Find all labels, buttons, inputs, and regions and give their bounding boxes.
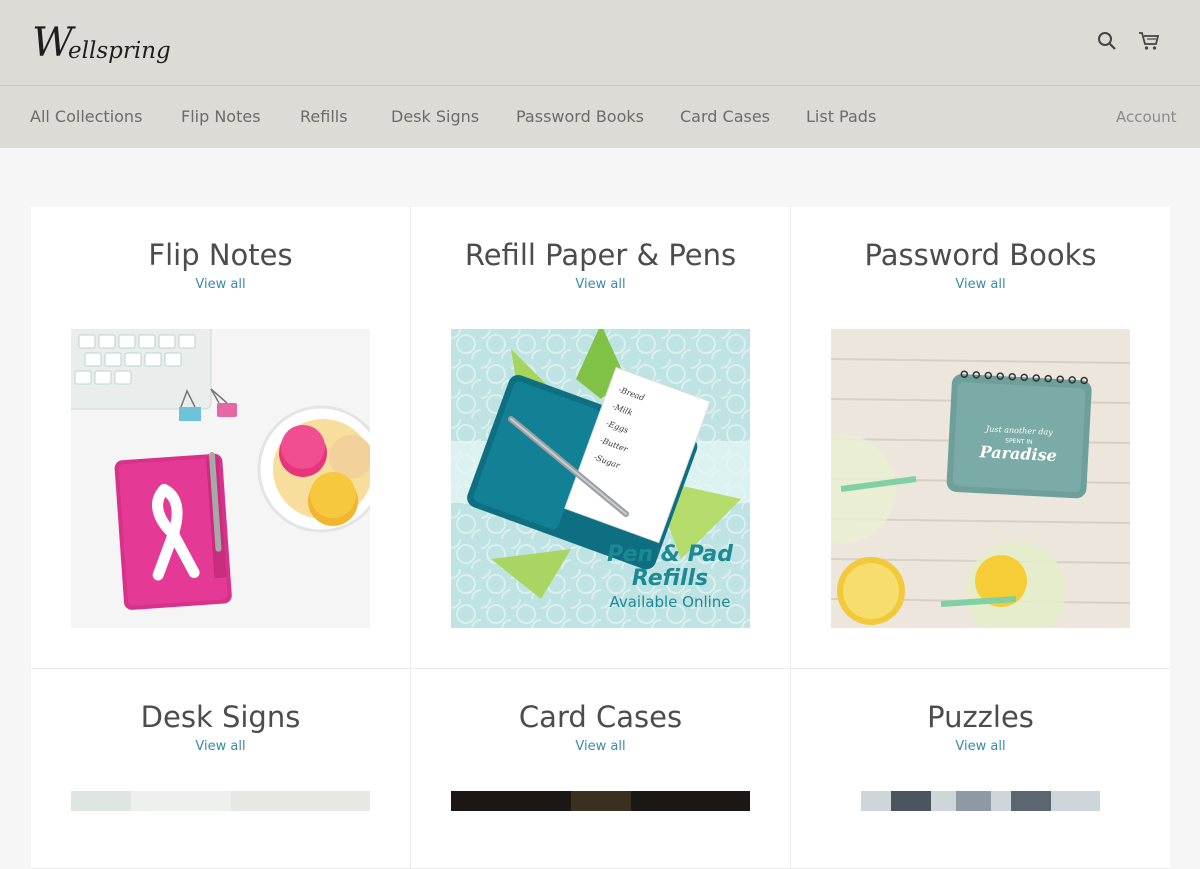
collection-title[interactable]: Card Cases bbox=[411, 700, 790, 734]
main-nav: All Collections Flip Notes Refills Desk … bbox=[0, 86, 1200, 148]
collection-title[interactable]: Refill Paper & Pens bbox=[411, 238, 790, 272]
collection-card-card-cases[interactable]: Card Cases View all bbox=[411, 669, 791, 869]
collection-image[interactable] bbox=[71, 791, 370, 811]
svg-text:ellspring: ellspring bbox=[68, 38, 171, 64]
collection-card-password-books[interactable]: Password Books View all Just another day… bbox=[791, 207, 1170, 669]
collection-card-desk-signs[interactable]: Desk Signs View all bbox=[31, 669, 411, 869]
collection-image[interactable] bbox=[71, 329, 370, 628]
collection-card-flip-notes[interactable]: Flip Notes View all bbox=[31, 207, 411, 669]
collection-title[interactable]: Puzzles bbox=[791, 700, 1170, 734]
collection-title[interactable]: Password Books bbox=[791, 238, 1170, 272]
nav-item-flip-notes[interactable]: Flip Notes bbox=[181, 86, 261, 148]
nav-item-list-pads[interactable]: List Pads bbox=[806, 86, 876, 148]
nav-item-refills[interactable]: Refills bbox=[300, 86, 348, 148]
collection-image[interactable] bbox=[451, 791, 750, 811]
cart-icon[interactable] bbox=[1136, 28, 1162, 54]
collection-card-refill-paper-pens[interactable]: Refill Paper & Pens View all -Bread -Mil… bbox=[411, 207, 791, 669]
collection-title[interactable]: Flip Notes bbox=[31, 238, 410, 272]
site-logo[interactable]: W ellspring bbox=[30, 18, 180, 68]
nav-item-card-cases[interactable]: Card Cases bbox=[680, 86, 770, 148]
view-all-link[interactable]: View all bbox=[791, 739, 1170, 754]
collection-image[interactable]: -Bread -Milk -Eggs -Butter -Sugar Pen & … bbox=[451, 329, 750, 628]
nav-item-all-collections[interactable]: All Collections bbox=[30, 86, 142, 148]
image-caption-line-3: Available Online bbox=[609, 593, 730, 611]
collection-image[interactable] bbox=[861, 791, 1100, 811]
view-all-link[interactable]: View all bbox=[411, 277, 790, 292]
site-header: W ellspring bbox=[0, 0, 1200, 86]
image-caption-line-2: Refills bbox=[632, 566, 708, 591]
view-all-link[interactable]: View all bbox=[411, 739, 790, 754]
view-all-link[interactable]: View all bbox=[31, 277, 410, 292]
search-icon[interactable] bbox=[1094, 28, 1120, 54]
view-all-link[interactable]: View all bbox=[791, 277, 1170, 292]
collection-card-puzzles[interactable]: Puzzles View all bbox=[791, 669, 1170, 869]
view-all-link[interactable]: View all bbox=[31, 739, 410, 754]
nav-item-desk-signs[interactable]: Desk Signs bbox=[391, 86, 479, 148]
nav-item-password-books[interactable]: Password Books bbox=[516, 86, 644, 148]
collection-grid: Flip Notes View all Refill Paper & Pens … bbox=[31, 207, 1170, 869]
collection-title[interactable]: Desk Signs bbox=[31, 700, 410, 734]
image-caption-line-1: Pen & Pad bbox=[607, 542, 733, 567]
collection-image[interactable]: Just another day SPENT IN Paradise bbox=[831, 329, 1130, 628]
account-link[interactable]: Account bbox=[1116, 86, 1177, 148]
